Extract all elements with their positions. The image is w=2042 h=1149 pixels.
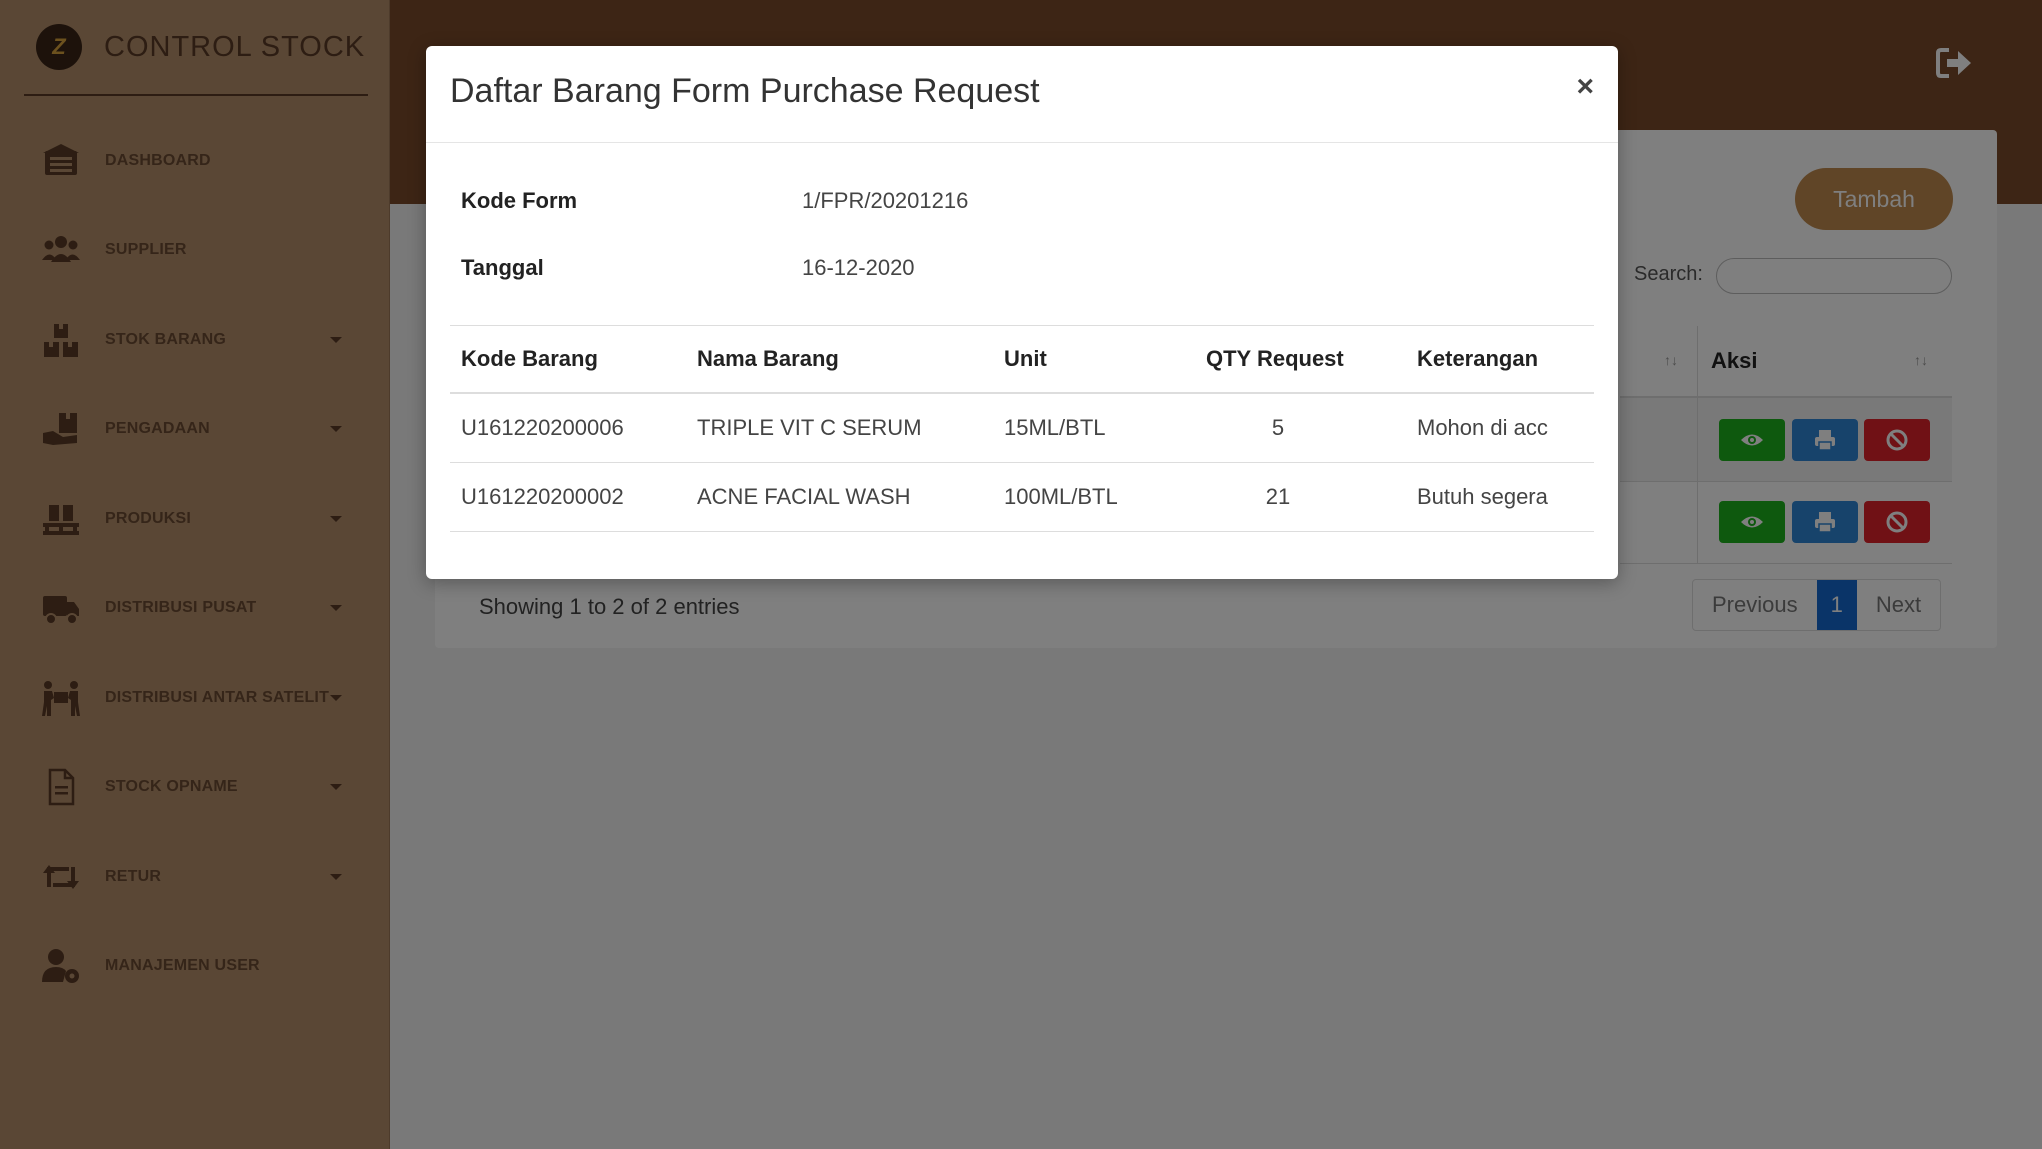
cell-qty-request: 21	[1265, 484, 1291, 509]
table-row: U161220200002 ACNE FACIAL WASH 100ML/BTL…	[450, 463, 1594, 532]
cell-nama-barang: TRIPLE VIT C SERUM	[697, 415, 922, 440]
close-icon[interactable]: ×	[1576, 70, 1594, 104]
items-table-header: Kode Barang Nama Barang Unit QTY Request…	[450, 325, 1594, 394]
column-header: Unit	[1004, 346, 1047, 371]
cell-nama-barang: ACNE FACIAL WASH	[697, 484, 911, 509]
field-value-tanggal: 16-12-2020	[802, 255, 915, 280]
field-label-kode-form: Kode Form	[461, 188, 578, 213]
column-header: Keterangan	[1417, 346, 1539, 371]
cell-kode-barang: U161220200006	[461, 415, 624, 440]
modal-title: Daftar Barang Form Purchase Request	[450, 72, 1040, 110]
cell-kode-barang: U161220200002	[461, 484, 624, 509]
cell-keterangan: Mohon di acc	[1417, 415, 1548, 440]
table-row: U161220200006 TRIPLE VIT C SERUM 15ML/BT…	[450, 394, 1594, 463]
cell-keterangan: Butuh segera	[1417, 484, 1548, 509]
cell-unit: 15ML/BTL	[1004, 415, 1106, 440]
cell-unit: 100ML/BTL	[1004, 484, 1118, 509]
column-header: Kode Barang	[461, 346, 598, 371]
detail-modal: Daftar Barang Form Purchase Request × Ko…	[426, 46, 1618, 579]
column-header: Nama Barang	[697, 346, 839, 371]
cell-qty-request: 5	[1271, 415, 1285, 440]
field-label-tanggal: Tanggal	[461, 255, 544, 280]
modal-header: Daftar Barang Form Purchase Request ×	[426, 46, 1618, 143]
field-value-kode-form: 1/FPR/20201216	[802, 188, 969, 213]
column-header: QTY Request	[1206, 346, 1344, 371]
